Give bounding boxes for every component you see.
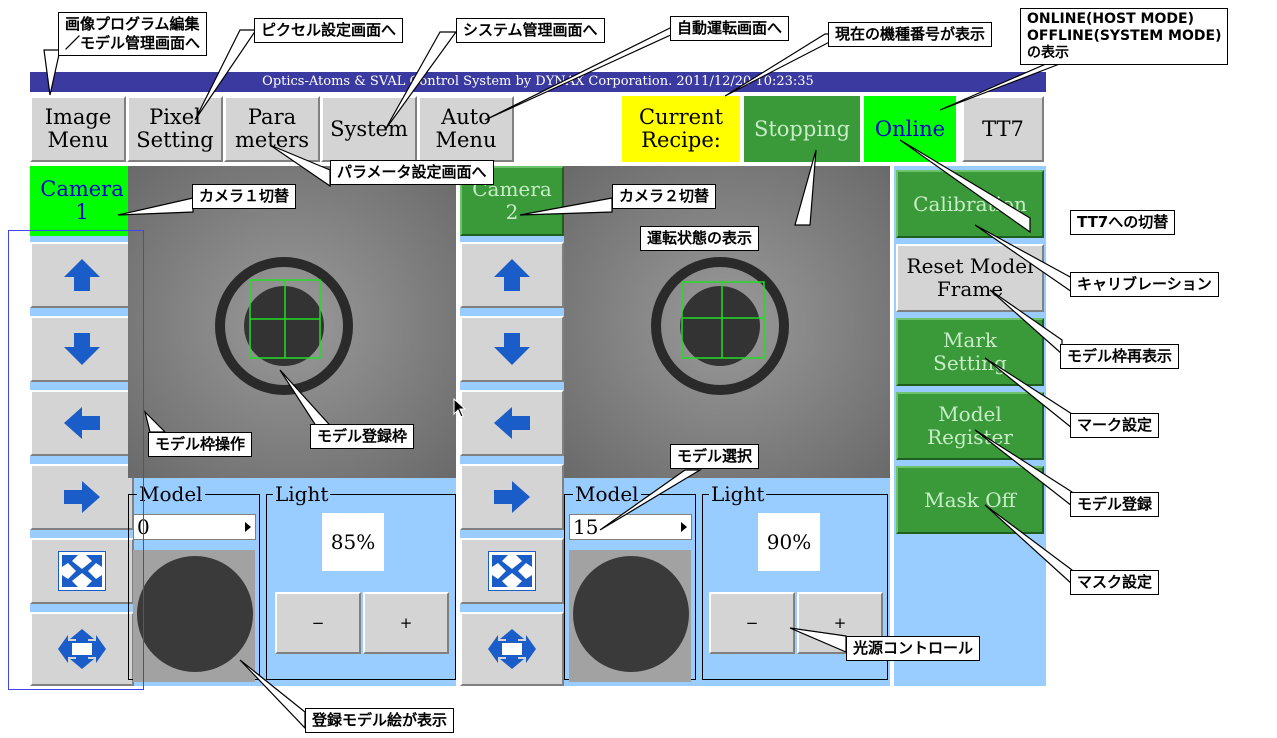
callout-light-control: 光源コントロール: [846, 636, 981, 661]
callout-mark-setting: マーク設定: [1070, 413, 1160, 438]
callout-model-thumbnail: 登録モデル絵が表示: [305, 708, 455, 733]
callout-camera2: カメラ２切替: [612, 184, 717, 209]
callout-parameters: パラメータ設定画面へ: [330, 160, 494, 185]
callout-camera1: カメラ１切替: [192, 184, 297, 209]
callout-online-mode: ONLINE(HOST MODE) OFFLINE(SYSTEM MODE) の…: [1020, 8, 1229, 65]
callout-system: システム管理画面へ: [456, 18, 605, 43]
callout-frame-operation: モデル枠操作: [148, 432, 253, 457]
callout-auto-menu: 自動運転画面へ: [670, 16, 790, 41]
callout-tt7: TT7への切替: [1070, 210, 1176, 235]
callout-pixel-setting: ピクセル設定画面へ: [254, 18, 404, 43]
callout-model-frame: モデル登録枠: [310, 424, 415, 449]
callout-reset-model-frame: モデル枠再表示: [1060, 344, 1180, 369]
callout-current-recipe: 現在の機種番号が表示: [828, 22, 993, 47]
callout-model-register: モデル登録: [1070, 492, 1160, 517]
callout-run-state: 運転状態の表示: [640, 226, 760, 251]
callout-image-menu: 画像プログラム編集 ／モデル管理画面へ: [58, 12, 208, 56]
callout-leaders: [43, 27, 1073, 730]
callout-calibration: キャリブレーション: [1070, 272, 1219, 297]
callout-mask-off: マスク設定: [1070, 570, 1160, 595]
callout-model-select: モデル選択: [670, 444, 760, 469]
